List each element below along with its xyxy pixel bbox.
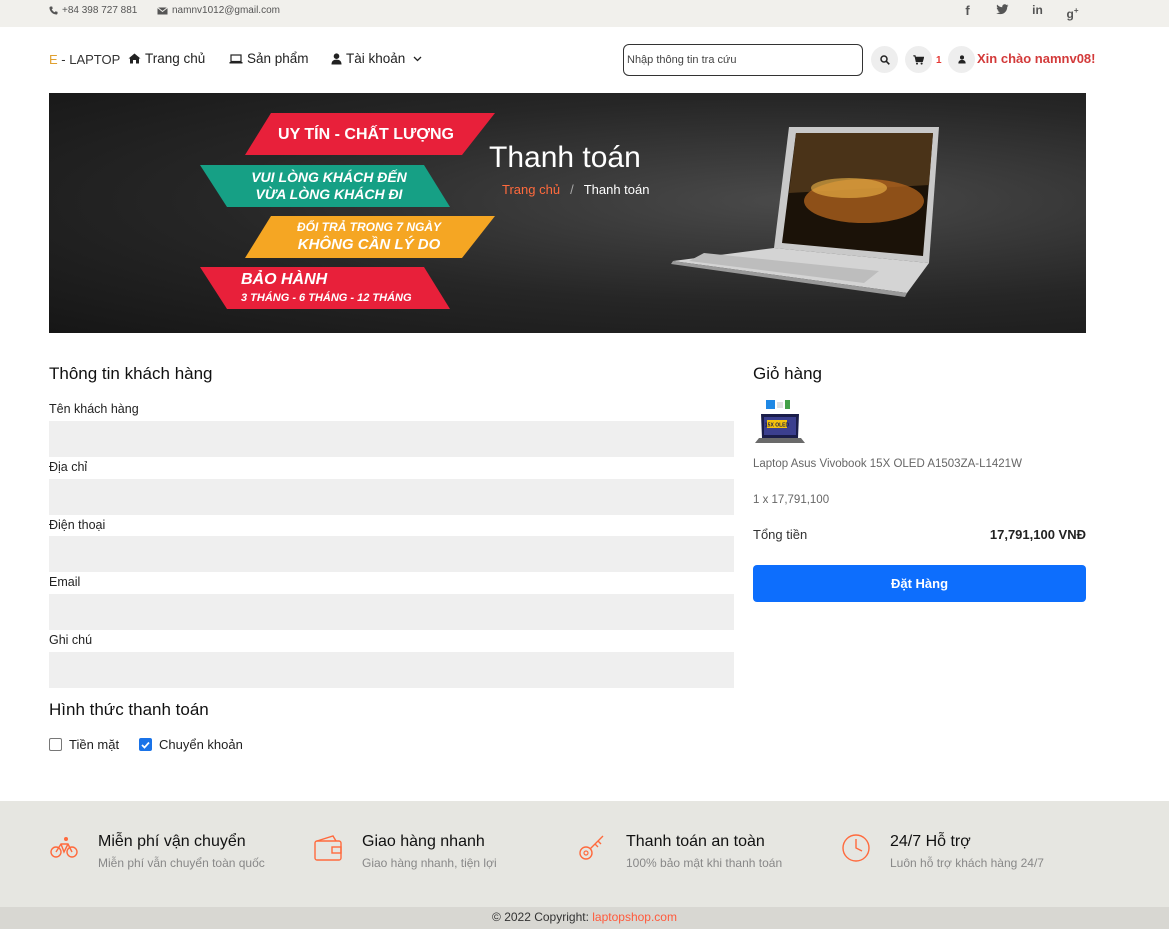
name-label: Tên khách hàng (49, 402, 139, 416)
total-label: Tổng tiền (753, 527, 808, 542)
cart-button[interactable] (905, 46, 932, 73)
user-icon (331, 52, 342, 64)
email-contact: namnv1012@gmail.com (157, 5, 280, 16)
clock-icon (842, 834, 870, 862)
ribbon-return-line2: KHÔNG CẦN LÝ DO (297, 236, 441, 253)
address-label: Địa chỉ (49, 460, 88, 474)
nav-home[interactable]: Trang chủ (128, 51, 205, 66)
search-icon (879, 54, 890, 65)
facebook-icon[interactable]: f (959, 2, 976, 19)
brand-logo[interactable]: E - LAPTOP (49, 52, 120, 67)
laptop-image (671, 127, 939, 297)
user-greeting[interactable]: Xin chào namnv08! (977, 51, 1095, 66)
transfer-label: Chuyển khoản (159, 737, 243, 752)
top-bar: +84 398 727 881 namnv1012@gmail.com f in… (0, 0, 1169, 27)
transfer-checkbox[interactable] (139, 738, 152, 751)
ribbon-warranty-line1: BẢO HÀNH (241, 271, 328, 288)
google-plus-icon[interactable]: g+ (1064, 2, 1081, 21)
nav-account-label: Tài khoản (346, 51, 406, 66)
search-box (623, 44, 863, 76)
breadcrumb: Trang chủ / Thanh toán (502, 182, 649, 197)
ribbon-welcome: VUI LÒNG KHÁCH ĐẾN VỪA LÒNG KHÁCH ĐI (229, 169, 429, 203)
ribbon-quality: UY TÍN - CHẤT LƯỢNG (278, 126, 454, 143)
breadcrumb-home[interactable]: Trang chủ (502, 182, 560, 197)
ribbon-warranty-line2: 3 THÁNG - 6 THÁNG - 12 THÁNG (241, 292, 412, 304)
product-thumbnail[interactable]: 15X OLED (753, 398, 807, 446)
hero-banner: UY TÍN - CHẤT LƯỢNG VUI LÒNG KHÁCH ĐẾN V… (49, 93, 1086, 333)
product-quantity: 1 x 17,791,100 (753, 494, 830, 506)
feature-subtitle: 100% bảo mật khi thanh toán (626, 856, 783, 870)
ribbon-welcome-line2: VỪA LÒNG KHÁCH ĐI (255, 186, 403, 202)
ribbon-return: ĐỔI TRẢ TRONG 7 NGÀY KHÔNG CẦN LÝ DO (264, 219, 474, 253)
payment-transfer-option[interactable]: Chuyển khoản (139, 737, 243, 752)
cash-label: Tiền mặt (69, 737, 120, 752)
customer-info-heading: Thông tin khách hàng (49, 364, 213, 383)
cart-icon (913, 54, 924, 65)
brand-name: - LAPTOP (57, 52, 121, 67)
breadcrumb-separator: / (570, 182, 574, 197)
check-icon (141, 741, 150, 749)
total-value: 17,791,100 VNĐ (989, 527, 1086, 542)
feature-subtitle: Miễn phí vẫn chuyển toàn quốc (98, 856, 265, 870)
main-nav: E - LAPTOP Trang chủ Sản phẩm Tài khoản … (0, 27, 1169, 93)
nav-account[interactable]: Tài khoản (331, 51, 422, 66)
phone-icon (49, 6, 58, 15)
search-input[interactable] (627, 54, 862, 66)
cart-heading: Giỏ hàng (753, 364, 822, 383)
address-field[interactable] (49, 479, 734, 515)
envelope-icon (157, 6, 168, 14)
note-field[interactable] (49, 652, 734, 688)
email-field[interactable] (49, 594, 734, 630)
social-links: f in g+ (959, 2, 1081, 21)
feature-title: Thanh toán an toàn (626, 833, 765, 850)
key-icon (579, 835, 604, 860)
email-address: namnv1012@gmail.com (172, 5, 280, 16)
nav-products[interactable]: Sản phẩm (229, 51, 309, 66)
feature-subtitle: Luôn hỗ trợ khách hàng 24/7 (890, 856, 1044, 870)
features-bar: Miễn phí vận chuyển Miễn phí vẫn chuyển … (0, 801, 1169, 907)
page-title: Thanh toán (489, 141, 641, 174)
payment-cash-option[interactable]: Tiền mặt (49, 737, 119, 752)
nav-home-label: Trang chủ (145, 51, 206, 66)
cart-count-badge: 1 (936, 55, 942, 66)
product-badge: 15X OLED (765, 423, 790, 429)
payment-method-heading: Hình thức thanh toán (49, 700, 209, 719)
cash-checkbox[interactable] (49, 738, 62, 751)
name-field[interactable] (49, 421, 734, 457)
feature-subtitle: Giao hàng nhanh, tiện lợi (362, 856, 497, 870)
feature-title: 24/7 Hỗ trợ (890, 833, 971, 850)
email-label: Email (49, 575, 81, 589)
copyright-text: © 2022 Copyright: (492, 910, 593, 924)
account-button[interactable] (948, 46, 975, 73)
breadcrumb-current: Thanh toán (583, 182, 650, 197)
laptop-icon (229, 53, 243, 63)
place-order-button[interactable]: Đặt Hàng (753, 565, 1086, 602)
nav-products-label: Sản phẩm (247, 51, 309, 66)
feature-title: Miễn phí vận chuyển (98, 833, 246, 850)
note-label: Ghi chú (49, 633, 93, 647)
phone-label: Điện thoại (49, 518, 106, 532)
phone-contact: +84 398 727 881 (49, 5, 137, 16)
ribbon-shapes (200, 113, 939, 309)
twitter-icon[interactable] (994, 2, 1011, 19)
wallet-icon (314, 835, 342, 861)
ribbon-welcome-line1: VUI LÒNG KHÁCH ĐẾN (251, 169, 407, 185)
ribbon-return-line1: ĐỔI TRẢ TRONG 7 NGÀY (296, 220, 441, 234)
copyright-bar: © 2022 Copyright: laptopshop.com (0, 907, 1169, 929)
bicycle-icon (50, 837, 78, 858)
copyright-link[interactable]: laptopshop.com (592, 910, 677, 924)
chevron-down-icon (413, 56, 422, 61)
linkedin-icon[interactable]: in (1029, 2, 1046, 19)
search-button[interactable] (871, 46, 898, 73)
brand-e: E (49, 52, 58, 67)
ribbon-warranty: BẢO HÀNH 3 THÁNG - 6 THÁNG - 12 THÁNG (241, 271, 451, 307)
product-name[interactable]: Laptop Asus Vivobook 15X OLED A1503ZA-L1… (753, 458, 1022, 470)
user-icon (957, 55, 966, 64)
phone-field[interactable] (49, 536, 734, 572)
phone-number: +84 398 727 881 (62, 5, 138, 16)
home-icon (128, 53, 141, 64)
feature-title: Giao hàng nhanh (362, 833, 485, 850)
